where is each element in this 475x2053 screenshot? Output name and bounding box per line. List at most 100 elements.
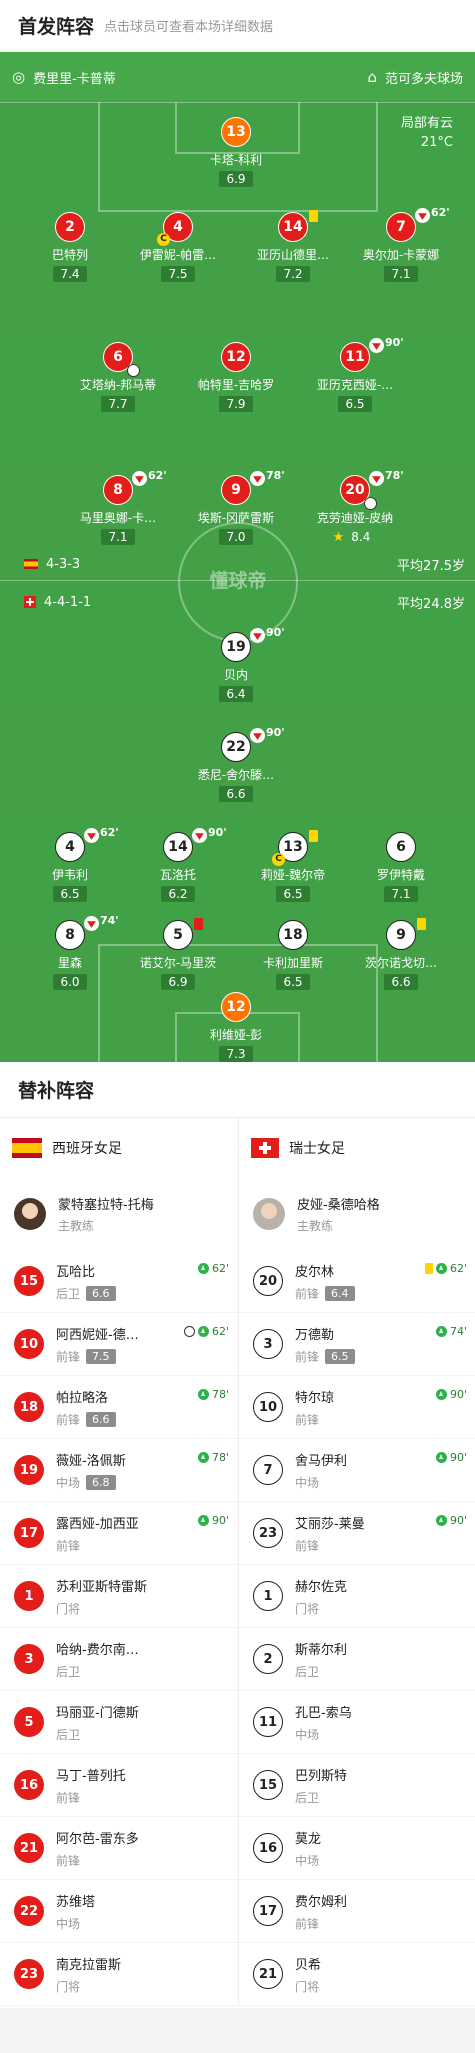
- sub-player-name: 艾丽莎-莱曼: [295, 1516, 365, 1532]
- sub-player-info: 赫尔佐克 门将: [295, 1576, 347, 1617]
- sub-player-row[interactable]: 22 苏维塔 中场: [0, 1880, 237, 1943]
- sub-player-number: 23: [14, 1959, 44, 1989]
- away-formation-bar: 4-4-1-1 平均24.8岁: [0, 592, 475, 612]
- sub-player-row[interactable]: 3 万德勒 前锋 6.5 74': [239, 1313, 475, 1376]
- sub-player-row[interactable]: 15 瓦哈比 后卫 6.6 62': [0, 1250, 237, 1313]
- sub-player-number: 3: [253, 1329, 283, 1359]
- sub-player-row[interactable]: 1 赫尔佐克 门将: [239, 1565, 475, 1628]
- sub-player-meta: 门将: [56, 1600, 147, 1617]
- home-player[interactable]: 20 78' 克劳迪娅-皮纳 ★ 8.4: [285, 469, 425, 545]
- sub-player-row[interactable]: 17 费尔姆利 前锋: [239, 1880, 475, 1943]
- away-player[interactable]: 12 利维娅-彭 7.3: [166, 992, 306, 1062]
- home-player[interactable]: 7 62' 奥尔加-卡蒙娜 7.1: [331, 206, 471, 282]
- sub-player-info: 阿西妮娅-德… 前锋 7.5: [56, 1324, 139, 1365]
- sub-on-icon: [197, 1326, 209, 1337]
- sub-player-row[interactable]: 10 阿西妮娅-德… 前锋 7.5 62': [0, 1313, 237, 1376]
- weather-info: 局部有云 21°C: [401, 114, 453, 152]
- player-number: 18: [278, 920, 308, 950]
- sub-player-row[interactable]: 23 南克拉雷斯 门将: [0, 1943, 237, 2006]
- sub-player-info: 万德勒 前锋 6.5: [295, 1324, 355, 1365]
- sub-player-name: 马丁-普列托: [56, 1768, 126, 1784]
- sub-player-row[interactable]: 20 皮尔林 前锋 6.4 62': [239, 1250, 475, 1313]
- sub-player-position: 后卫: [295, 1790, 320, 1805]
- sub-player-row[interactable]: 5 玛丽亚-门德斯 后卫: [0, 1691, 237, 1754]
- sub-player-number: 2: [253, 1644, 283, 1674]
- sub-minute: 90': [266, 726, 285, 739]
- sub-player-name: 薇娅-洛佩斯: [56, 1453, 126, 1469]
- sub-player-position: 前锋: [295, 1538, 320, 1553]
- player-number: 12: [221, 992, 251, 1022]
- home-coach-row[interactable]: 蒙特塞拉特-托梅 主教练: [0, 1178, 237, 1250]
- sub-player-meta: 后卫 6.6: [56, 1285, 116, 1302]
- sub-player-number: 18: [14, 1392, 44, 1422]
- player-rating: 6.0: [53, 974, 87, 990]
- home-subs-column: 西班牙女足 蒙特塞拉特-托梅 主教练 15 瓦哈比 后卫 6.6 62' 10 阿西妮娅-德……: [0, 1118, 237, 2006]
- sub-player-meta: 中场: [295, 1852, 321, 1869]
- sub-on-minute: 90': [449, 1388, 467, 1401]
- sub-player-row[interactable]: 17 露西娅-加西亚 前锋 90': [0, 1502, 237, 1565]
- pitch: ◎ 费里里-卡普蒂 ⌂ 范可多夫球场 局部有云 21°C 懂球帝 4-3-3 平均2…: [0, 52, 475, 1062]
- sub-on-minute: 90': [449, 1451, 467, 1464]
- sub-player-meta: 中场: [295, 1474, 347, 1491]
- sub-player-row[interactable]: 16 马丁-普列托 前锋: [0, 1754, 237, 1817]
- rating-wrap: 7.1: [331, 263, 471, 282]
- sub-player-row[interactable]: 18 帕拉略洛 前锋 6.6 78': [0, 1376, 237, 1439]
- away-player[interactable]: 6 罗伊特戴 7.1: [331, 832, 471, 902]
- sub-player-position: 前锋: [295, 1412, 320, 1427]
- sub-player-row[interactable]: 16 莫龙 中场: [239, 1817, 475, 1880]
- sub-off-icon: [84, 916, 99, 931]
- sub-player-row[interactable]: 21 贝希 门将: [239, 1943, 475, 2006]
- lineup-title: 首发阵容: [18, 15, 95, 38]
- away-coach-row[interactable]: 皮娅-桑德哈格 主教练: [239, 1178, 475, 1250]
- sub-player-position: 后卫: [295, 1664, 320, 1679]
- sub-player-position: 前锋: [56, 1853, 81, 1868]
- sub-on-icon: [435, 1515, 447, 1526]
- sub-event: 78': [197, 1388, 229, 1401]
- sub-player-row[interactable]: 10 特尔琼 前锋 90': [239, 1376, 475, 1439]
- player-number: 11 90': [340, 336, 404, 372]
- player-number: 8 62': [103, 469, 167, 505]
- captain-badge-icon: C: [272, 853, 285, 866]
- sub-on-minute: 74': [449, 1325, 467, 1338]
- sub-player-row[interactable]: 3 哈纳-费尔南… 后卫: [0, 1628, 237, 1691]
- home-player[interactable]: 11 90' 亚历克西娅-… 6.5: [285, 336, 425, 412]
- sub-player-position: 门将: [56, 1601, 81, 1616]
- home-player[interactable]: 13 卡塔-科利 6.9: [166, 117, 306, 187]
- player-number: 14: [278, 210, 318, 242]
- sub-player-info: 玛丽亚-门德斯 后卫: [56, 1702, 139, 1743]
- sub-on-icon: [197, 1389, 209, 1400]
- rating-wrap: ★ 8.4: [285, 526, 425, 545]
- player-number: 22 90': [221, 726, 285, 762]
- stadium-name: 范可多夫球场: [384, 71, 463, 87]
- away-avg-age: 平均24.8岁: [397, 596, 465, 612]
- player-rating: 6.9: [161, 974, 195, 990]
- player-number: 13: [221, 117, 251, 147]
- sub-player-row[interactable]: 19 薇娅-洛佩斯 中场 6.8 78': [0, 1439, 237, 1502]
- sub-on-icon: [197, 1515, 209, 1526]
- sub-player-position: 中场: [295, 1475, 320, 1490]
- sub-player-row[interactable]: 11 孔巴-索乌 中场: [239, 1691, 475, 1754]
- away-player[interactable]: 19 90' 贝内 6.4: [166, 626, 306, 702]
- sub-player-position: 中场: [295, 1853, 320, 1868]
- sub-player-row[interactable]: 15 巴列斯特 后卫: [239, 1754, 475, 1817]
- sub-player-row[interactable]: 7 舍马伊利 中场 90': [239, 1439, 475, 1502]
- player-name: 奥尔加-卡蒙娜: [362, 248, 440, 262]
- sub-minute: 62': [431, 206, 450, 219]
- away-player[interactable]: 9 茨尔诺戈切… 6.6: [331, 918, 471, 990]
- sub-player-row[interactable]: 23 艾丽莎-莱曼 前锋 90': [239, 1502, 475, 1565]
- sub-player-meta: 后卫: [56, 1726, 139, 1743]
- home-avg-age: 平均27.5岁: [397, 558, 465, 574]
- sub-player-row[interactable]: 21 阿尔芭-雷东多 前锋: [0, 1817, 237, 1880]
- sub-player-name: 莫龙: [295, 1831, 322, 1847]
- player-rating: 7.1: [384, 886, 418, 902]
- sub-player-rating: 6.6: [86, 1411, 116, 1427]
- sub-player-info: 苏维塔 中场: [56, 1891, 95, 1932]
- sub-player-position: 中场: [295, 1727, 320, 1742]
- sub-player-info: 斯蒂尔利 后卫: [295, 1639, 347, 1680]
- sub-player-row[interactable]: 2 斯蒂尔利 后卫: [239, 1628, 475, 1691]
- player-rating: 7.7: [101, 396, 135, 412]
- sub-player-row[interactable]: 1 苏利亚斯特雷斯 门将: [0, 1565, 237, 1628]
- player-number: 12: [221, 342, 251, 372]
- player-number: 6: [103, 342, 140, 377]
- away-player[interactable]: 22 90' 悉尼-舍尔滕… 6.6: [166, 726, 306, 802]
